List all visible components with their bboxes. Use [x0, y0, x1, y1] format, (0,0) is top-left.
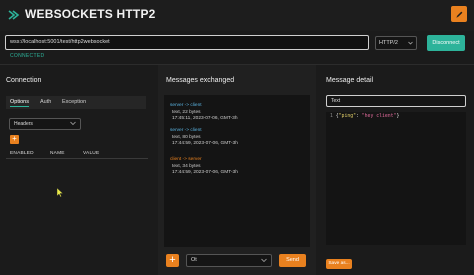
detail-title: Message detail — [326, 77, 374, 84]
column-enabled: ENABLED — [10, 151, 34, 156]
chevron-down-icon — [70, 121, 76, 125]
message-time: 17:45:11, 2023-07-06, GMT-3h — [172, 116, 238, 121]
tab-exception[interactable]: Exception — [62, 99, 86, 105]
disconnect-button[interactable]: Disconnect — [427, 35, 465, 51]
app-header: WEBSOCKETS HTTP2 — [0, 0, 474, 31]
messages-panel: Messages exchanged server -> client text… — [158, 65, 316, 275]
url-input[interactable]: wss://localhost:5001/test/http2websocket — [5, 35, 369, 50]
protocol-select[interactable]: HTTP/2 — [375, 36, 417, 50]
app-title: WEBSOCKETS HTTP2 — [25, 7, 156, 21]
code-close-brace: } — [396, 114, 400, 119]
add-message-button[interactable]: + — [166, 254, 179, 267]
chevron-down-icon — [261, 258, 267, 262]
pencil-icon — [455, 11, 462, 18]
connection-panel: Connection Options Auth Exception Header… — [0, 65, 155, 275]
connection-title: Connection — [6, 77, 42, 84]
message-detail-code[interactable]: 1 {"ping": "hey client"} — [326, 112, 466, 245]
protocol-value: HTTP/2 — [379, 40, 398, 46]
detail-panel: Message detail Text 1 {"ping": "hey clie… — [320, 65, 474, 275]
line-number: 1 — [330, 114, 333, 119]
connection-tabs: Options Auth Exception — [6, 96, 146, 109]
code-value: "hey client" — [361, 114, 397, 119]
messages-list[interactable]: server -> client text, 22 bytes 17:45:11… — [164, 95, 310, 247]
message-item[interactable]: client -> server text, 34 bytes 17:44:59… — [170, 157, 238, 177]
edit-button[interactable] — [451, 6, 467, 22]
tab-options[interactable]: Options — [10, 99, 29, 107]
add-header-button[interactable]: + — [10, 135, 19, 144]
message-type-select[interactable]: Ot — [186, 254, 272, 267]
column-value: VALUE — [83, 151, 100, 156]
column-name: NAME — [50, 151, 65, 156]
detail-format-select[interactable]: Text — [326, 95, 466, 107]
app-logo-icon — [8, 10, 20, 20]
send-button[interactable]: Send — [279, 254, 306, 267]
messages-title: Messages exchanged — [166, 77, 235, 84]
code-key: "ping" — [338, 114, 356, 119]
message-time: 17:44:59, 2023-07-06, GMT-3h — [172, 141, 238, 146]
headers-table-header: ENABLED NAME VALUE — [6, 149, 148, 159]
chevron-down-icon — [408, 41, 413, 45]
message-time: 17:44:59, 2023-07-06, GMT-3h — [172, 170, 238, 175]
code-line: 1 {"ping": "hey client"} — [330, 114, 399, 119]
headers-select-value: Headers — [14, 121, 33, 127]
save-as-button[interactable]: Save as... — [326, 259, 352, 269]
message-item[interactable]: server -> client text, 22 bytes 17:45:11… — [170, 103, 238, 123]
tab-auth[interactable]: Auth — [40, 99, 51, 105]
mouse-cursor-icon — [56, 187, 64, 198]
message-item[interactable]: server -> client text, 80 bytes 17:44:59… — [170, 128, 238, 148]
message-type-value: Ot — [191, 257, 197, 263]
headers-select[interactable]: Headers — [9, 118, 81, 130]
connection-status: CONNECTED — [10, 53, 45, 59]
